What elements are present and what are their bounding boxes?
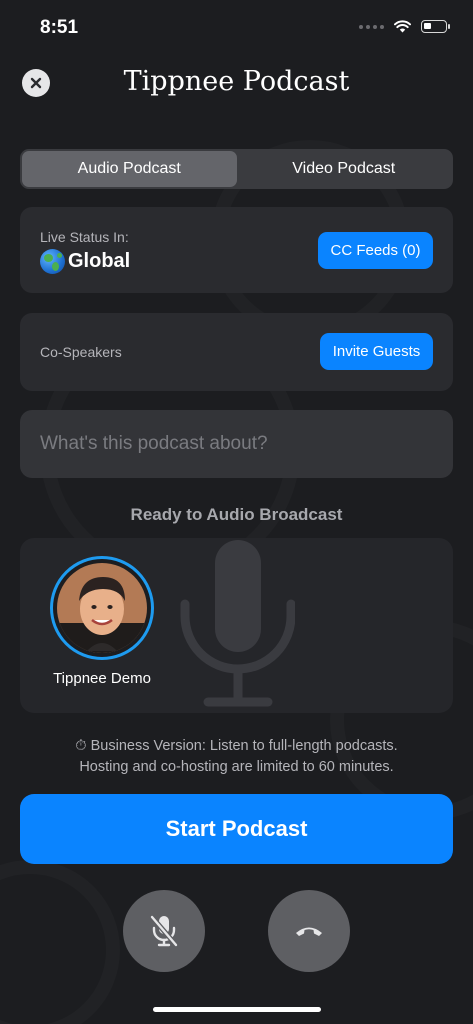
speaker-name: Tippnee Demo bbox=[53, 670, 151, 687]
wifi-icon bbox=[394, 20, 411, 33]
cc-feeds-button[interactable]: CC Feeds (0) bbox=[318, 232, 433, 269]
status-icons bbox=[359, 20, 450, 33]
speaker-tile[interactable]: Tippnee Demo bbox=[50, 556, 154, 687]
mic-off-icon bbox=[149, 914, 179, 948]
home-indicator bbox=[153, 1007, 321, 1012]
start-podcast-button[interactable]: Start Podcast bbox=[20, 794, 453, 864]
status-time: 8:51 bbox=[40, 17, 79, 38]
business-version-notice: ⏱ Business Version: Listen to full-lengt… bbox=[0, 736, 473, 778]
notice-line-2: Hosting and co-hosting are limited to 60… bbox=[79, 759, 394, 775]
battery-icon bbox=[421, 20, 450, 33]
avatar-ring bbox=[50, 556, 154, 660]
live-status-label: Live Status In: bbox=[40, 229, 129, 245]
invite-guests-button[interactable]: Invite Guests bbox=[320, 333, 433, 370]
globe-icon bbox=[40, 249, 65, 274]
ready-status-text: Ready to Audio Broadcast bbox=[130, 505, 343, 524]
end-call-button[interactable] bbox=[268, 890, 350, 972]
live-status-value[interactable]: Global bbox=[40, 249, 130, 274]
co-speakers-card: Co-Speakers Invite Guests bbox=[20, 313, 453, 391]
tab-video-podcast[interactable]: Video Podcast bbox=[237, 151, 452, 187]
live-status-card: Live Status In: Global CC Feeds (0) bbox=[20, 207, 453, 293]
tab-audio-podcast[interactable]: Audio Podcast bbox=[22, 151, 237, 187]
microphone-icon bbox=[180, 540, 295, 707]
speaker-stage: Tippnee Demo bbox=[20, 538, 453, 713]
podcast-type-segmented-control: Audio Podcast Video Podcast bbox=[20, 149, 453, 189]
mute-button[interactable] bbox=[123, 890, 205, 972]
live-status-region: Global bbox=[68, 250, 131, 272]
status-bar: 8:51 bbox=[0, 0, 473, 56]
page-title: Tippnee Podcast bbox=[123, 66, 350, 97]
signal-icon bbox=[359, 24, 384, 29]
co-speakers-label: Co-Speakers bbox=[40, 344, 122, 360]
avatar bbox=[57, 563, 147, 653]
podcast-topic-input[interactable]: What's this podcast about? bbox=[20, 410, 453, 478]
notice-line-1: ⏱ Business Version: Listen to full-lengt… bbox=[75, 738, 398, 754]
end-call-icon bbox=[296, 927, 322, 936]
